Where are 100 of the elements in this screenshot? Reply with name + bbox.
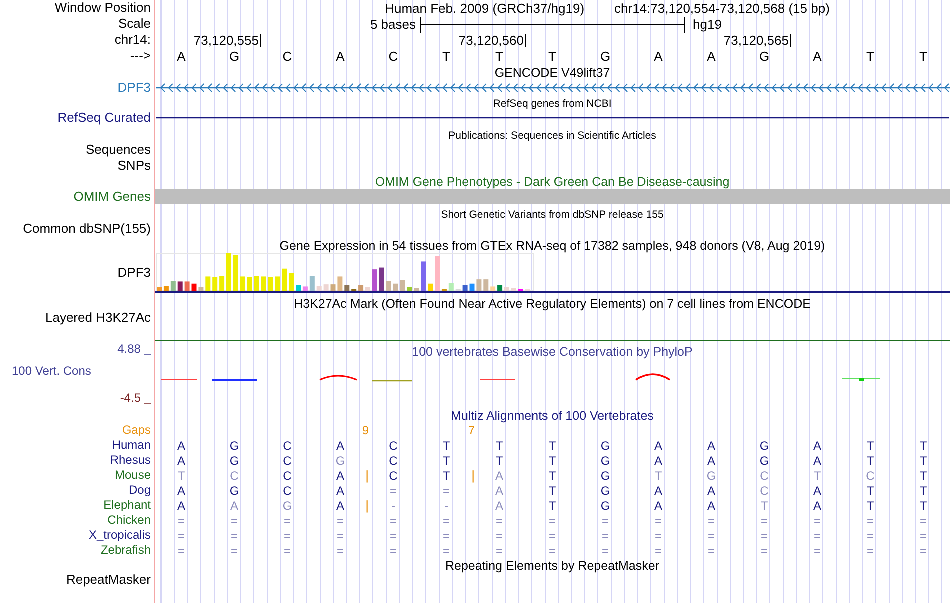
aligned-base: A bbox=[707, 484, 716, 496]
assembly-name: hg19 bbox=[692, 17, 723, 32]
row-label: Scale bbox=[118, 17, 151, 32]
aligned-base: = bbox=[548, 544, 556, 556]
species-label[interactable]: Mouse bbox=[114, 468, 151, 482]
species-label[interactable]: Zebrafish bbox=[100, 544, 151, 558]
coordinate-tick: 73,120,555 bbox=[194, 34, 261, 48]
gene-strand-arrow[interactable] bbox=[156, 84, 950, 92]
aligned-base: G bbox=[600, 470, 610, 482]
aligned-base: G bbox=[230, 440, 240, 452]
reference-base: C bbox=[282, 50, 292, 62]
reference-base: T bbox=[920, 50, 928, 62]
track-title: 100 vertebrates Basewise Conservation by PhyloP bbox=[412, 345, 693, 359]
aligned-base: = bbox=[814, 530, 821, 542]
track-label[interactable]: SNPs bbox=[118, 158, 151, 174]
species-label[interactable]: Chicken bbox=[108, 514, 151, 528]
aligned-base: = bbox=[230, 530, 238, 542]
aligned-base: A bbox=[813, 440, 822, 452]
track-title: GENCODE V49lift37 bbox=[494, 66, 610, 80]
aligned-base: = bbox=[390, 530, 397, 542]
aligned-base: = bbox=[284, 514, 291, 526]
aligned-base: G bbox=[336, 454, 346, 466]
aligned-base: T bbox=[178, 470, 186, 482]
aligned-base: = bbox=[442, 530, 450, 542]
reference-base: A bbox=[707, 50, 716, 62]
aligned-base: A bbox=[813, 500, 822, 512]
aligned-base: = bbox=[654, 514, 662, 526]
aligned-base: G bbox=[600, 440, 610, 452]
axis-max-label: 4.88 _ bbox=[118, 343, 151, 357]
track-label[interactable]: Layered H3K27Ac bbox=[45, 311, 151, 326]
aligned-base: = bbox=[284, 530, 291, 542]
transcript-line[interactable] bbox=[156, 117, 949, 119]
aligned-base: T bbox=[920, 470, 928, 482]
aligned-base: T bbox=[548, 470, 556, 482]
track-label[interactable]: DPF3 bbox=[118, 266, 151, 280]
aligned-base: T bbox=[548, 500, 556, 512]
aligned-base: = bbox=[654, 544, 662, 556]
aligned-base: T bbox=[920, 454, 928, 466]
aligned-base: = bbox=[602, 544, 609, 556]
aligned-base: - bbox=[444, 500, 448, 512]
aligned-base: A bbox=[177, 454, 186, 466]
aligned-base: G bbox=[706, 470, 716, 482]
track-label[interactable]: Sequences bbox=[86, 142, 151, 158]
insertion-mark: | bbox=[366, 498, 369, 512]
track-label[interactable]: OMIM Genes bbox=[74, 190, 151, 204]
aligned-base: = bbox=[708, 530, 715, 542]
aligned-base: = bbox=[548, 530, 556, 542]
aligned-base: C bbox=[230, 470, 239, 482]
species-label[interactable]: X_tropicalis bbox=[88, 528, 151, 542]
reference-base: A bbox=[177, 50, 186, 62]
aligned-base: = bbox=[442, 484, 450, 496]
scale-text: 5 bases bbox=[370, 17, 417, 32]
species-label[interactable]: Dog bbox=[128, 484, 151, 498]
aligned-base: T bbox=[866, 440, 874, 452]
aligned-base: = bbox=[336, 544, 344, 556]
aligned-base: A bbox=[177, 500, 186, 512]
aligned-base: C bbox=[389, 470, 398, 482]
aligned-base: = bbox=[496, 514, 503, 526]
aligned-base: C bbox=[760, 484, 769, 496]
aligned-base: T bbox=[866, 500, 874, 512]
aligned-base: A bbox=[230, 500, 238, 512]
assembly-title: Human Feb. 2009 (GRCh37/hg19) bbox=[385, 0, 585, 16]
track-label[interactable]: DPF3 bbox=[118, 80, 151, 96]
aligned-base: A bbox=[336, 440, 344, 452]
aligned-base: T bbox=[496, 454, 504, 466]
aligned-base: = bbox=[920, 544, 927, 556]
aligned-base: A bbox=[707, 440, 716, 452]
reference-base: A bbox=[654, 50, 663, 62]
aligned-base: C bbox=[283, 470, 292, 482]
aligned-base: A bbox=[654, 500, 662, 512]
aligned-base: A bbox=[813, 484, 822, 496]
aligned-base: G bbox=[600, 484, 610, 496]
aligned-base: A bbox=[336, 500, 344, 512]
track-label[interactable]: RepeatMasker bbox=[66, 573, 151, 588]
reference-base: G bbox=[229, 50, 240, 62]
aligned-base: A bbox=[495, 500, 504, 512]
track-label[interactable]: RefSeq Curated bbox=[58, 110, 151, 126]
species-label[interactable]: Elephant bbox=[104, 498, 151, 512]
track-label[interactable]: 100 Vert. Cons bbox=[0, 359, 92, 379]
expression-bar-chart[interactable] bbox=[156, 253, 536, 291]
reference-base: T bbox=[866, 50, 874, 62]
species-label[interactable]: Rhesus bbox=[110, 454, 151, 468]
track-label[interactable]: Common dbSNP(155) bbox=[23, 222, 151, 236]
aligned-base: A bbox=[495, 470, 504, 482]
aligned-base: G bbox=[282, 500, 292, 512]
reference-base: C bbox=[388, 50, 398, 62]
aligned-base: A bbox=[336, 470, 344, 482]
aligned-base: = bbox=[230, 514, 238, 526]
aligned-base: T bbox=[920, 500, 928, 512]
aligned-base: T bbox=[920, 484, 928, 496]
aligned-base: A bbox=[813, 454, 822, 466]
aligned-base: = bbox=[760, 544, 768, 556]
aligned-base: A bbox=[654, 454, 662, 466]
aligned-base: G bbox=[230, 454, 240, 466]
aligned-base: C bbox=[866, 470, 875, 482]
aligned-base: T bbox=[654, 470, 662, 482]
gap-count: 7 bbox=[468, 424, 475, 436]
species-label[interactable]: Human bbox=[112, 438, 151, 452]
aligned-base: = bbox=[178, 530, 185, 542]
track-title: Multiz Alignments of 100 Vertebrates bbox=[451, 409, 654, 423]
